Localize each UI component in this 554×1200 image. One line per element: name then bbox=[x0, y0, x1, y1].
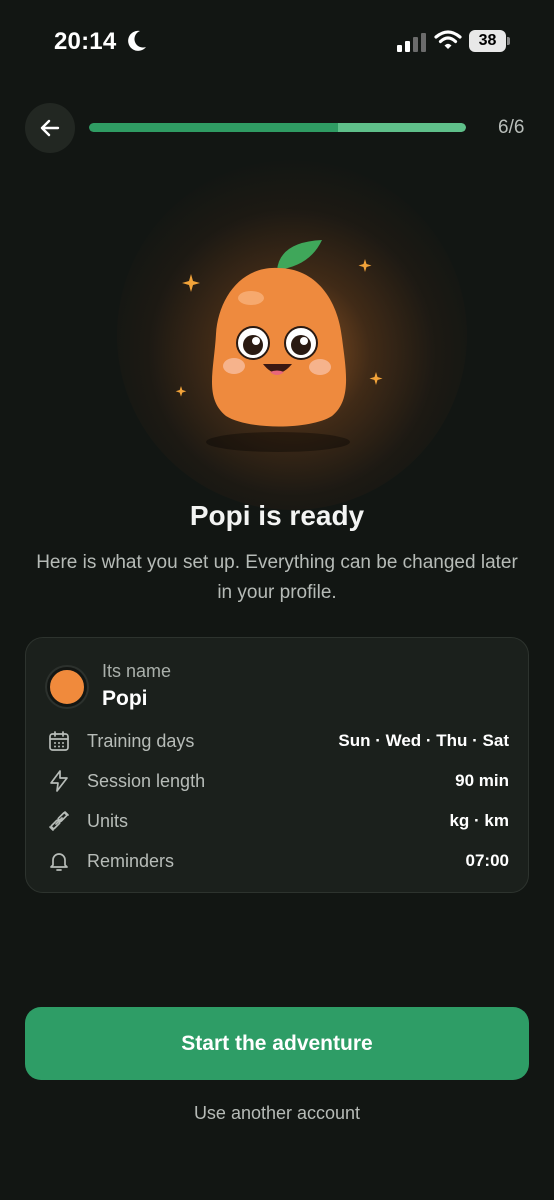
progress-bar bbox=[89, 123, 466, 132]
sparkle-icon bbox=[182, 274, 200, 292]
row-label: Reminders bbox=[87, 851, 175, 871]
summary-row-reminders: Reminders 07:00 bbox=[26, 841, 530, 881]
sparkle-icon bbox=[175, 386, 187, 397]
page-title: Popi is ready bbox=[189, 500, 365, 531]
arrow-left-icon bbox=[40, 119, 60, 137]
bell-icon bbox=[50, 853, 68, 871]
mascot-illustration bbox=[175, 240, 383, 452]
mascot-avatar bbox=[47, 667, 87, 707]
row-value: Sun · Wed · Thu · Sat bbox=[338, 731, 509, 750]
row-label: Training days bbox=[87, 731, 195, 751]
moon-icon bbox=[128, 30, 146, 51]
name-value: Popi bbox=[102, 687, 148, 710]
wifi-icon bbox=[434, 30, 462, 49]
back-button[interactable] bbox=[25, 103, 75, 153]
summary-row-training-days: Training days Sun · Wed · Thu · Sat bbox=[26, 721, 530, 761]
summary-row-units: Units kg · km bbox=[26, 801, 530, 841]
signal-icon bbox=[397, 33, 426, 52]
row-value: 90 min bbox=[455, 771, 509, 790]
setup-summary-card: Its name Popi Training days Sun · Wed · … bbox=[25, 637, 529, 893]
page-subtitle: Here is what you set up. Everything can … bbox=[36, 552, 518, 603]
progress-count: 6/6 bbox=[498, 117, 525, 138]
battery-cap bbox=[507, 37, 510, 45]
progress-bar-fill bbox=[89, 123, 466, 132]
row-label: Units bbox=[87, 811, 129, 831]
sparkle-icon bbox=[369, 372, 383, 385]
status-time: 20:14 bbox=[54, 28, 117, 55]
row-value: kg · km bbox=[449, 811, 509, 830]
battery-level: 38 bbox=[469, 30, 506, 52]
calendar-icon bbox=[49, 731, 69, 751]
status-bar: 20:14 38 bbox=[0, 0, 554, 84]
name-label: Its name bbox=[102, 661, 172, 681]
dumbbell-icon bbox=[49, 811, 69, 831]
summary-row-session-length: Session length 90 min bbox=[26, 761, 530, 801]
row-value: 07:00 bbox=[465, 851, 509, 870]
battery-icon: 38 bbox=[469, 30, 511, 52]
sparkle-icon bbox=[358, 259, 372, 272]
lightning-icon bbox=[50, 770, 68, 792]
row-label: Session length bbox=[87, 771, 206, 791]
start-adventure-button[interactable]: Start the adventure bbox=[25, 1007, 529, 1080]
use-another-account-link[interactable]: Use another account bbox=[0, 1103, 554, 1124]
